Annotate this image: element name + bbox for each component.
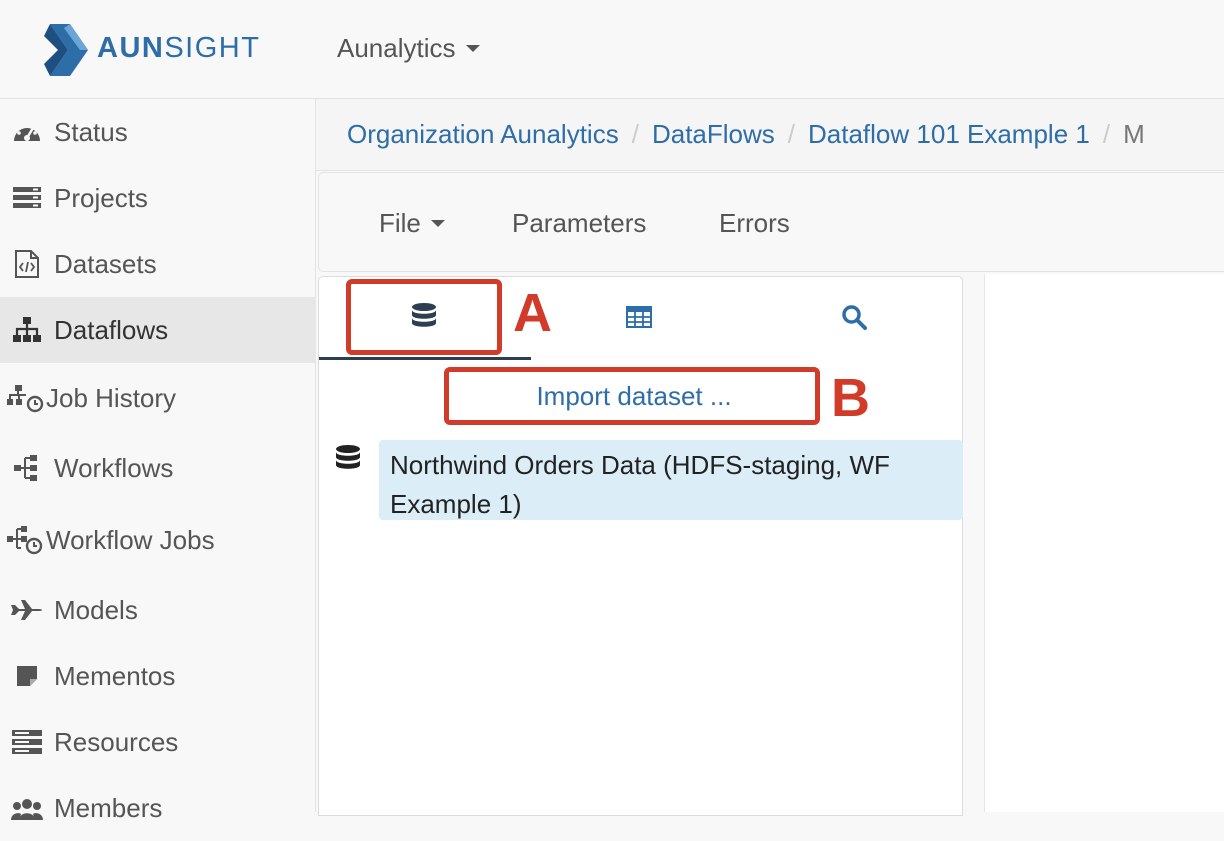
sidebar: Status Projects Datasets Dataflows Job H… <box>0 99 316 823</box>
sidebar-item-label: Projects <box>54 182 148 213</box>
file-code-icon <box>0 250 54 278</box>
breadcrumb-current: M <box>1123 119 1145 149</box>
sidebar-item-mementos[interactable]: Mementos <box>0 643 316 709</box>
dataset-panel: Import dataset ... Northwind Orders Data… <box>318 276 963 816</box>
organization-dropdown-label: Aunalytics <box>337 33 456 63</box>
sidebar-item-label: Workflows <box>54 452 174 483</box>
active-tab-indicator <box>319 357 531 360</box>
users-icon <box>0 796 54 820</box>
sidebar-item-models[interactable]: Models <box>0 577 316 643</box>
sidebar-item-label: Workflow Jobs <box>46 524 215 555</box>
sidebar-item-projects[interactable]: Projects <box>0 165 316 231</box>
tab-search[interactable] <box>804 277 904 361</box>
annotation-box-b <box>444 367 820 425</box>
plane-icon <box>0 599 54 621</box>
parameters-button[interactable]: Parameters <box>512 208 646 239</box>
breadcrumb-separator: / <box>1102 119 1111 149</box>
annotation-box-a <box>346 279 502 355</box>
annotation-label-b: B <box>831 368 870 428</box>
workflow-icon <box>0 453 54 483</box>
projects-icon <box>0 187 54 209</box>
parameters-label: Parameters <box>512 208 647 238</box>
breadcrumb-separator: / <box>631 119 639 149</box>
sidebar-item-label: Models <box>54 594 138 625</box>
dataset-name-line: Example 1) <box>390 489 522 519</box>
sidebar-item-label: Datasets <box>54 248 157 279</box>
file-menu[interactable]: File <box>379 208 445 239</box>
server-icon <box>0 730 54 754</box>
dataflow-toolbar: File Parameters Errors <box>318 172 1224 272</box>
sidebar-item-datasets[interactable]: Datasets <box>0 231 316 297</box>
sidebar-item-status[interactable]: Status <box>0 99 316 165</box>
errors-label: Errors <box>719 208 790 238</box>
sitemap-icon <box>0 317 54 343</box>
sidebar-item-resources[interactable]: Resources <box>0 709 316 775</box>
top-navbar: AUNSIGHT Aunalytics <box>0 0 1224 99</box>
breadcrumb-dataflows[interactable]: DataFlows <box>652 119 775 150</box>
annotation-label-a: A <box>513 283 552 343</box>
sidebar-item-label: Status <box>54 116 128 147</box>
table-icon <box>626 305 652 333</box>
job-history-icon <box>0 383 50 413</box>
sticky-note-icon <box>0 664 54 688</box>
dashboard-icon <box>0 119 54 145</box>
workflow-jobs-icon <box>0 524 50 556</box>
organization-dropdown[interactable]: Aunalytics <box>337 33 480 64</box>
sidebar-item-label: Job History <box>46 382 177 413</box>
sidebar-item-label: Mementos <box>54 660 176 691</box>
sidebar-item-label: Resources <box>54 726 179 757</box>
breadcrumb-dataflow[interactable]: Dataflow 101 Example 1 <box>808 119 1090 150</box>
sidebar-item-workflows[interactable]: Workflows <box>0 435 316 501</box>
sidebar-item-workflow-jobs[interactable]: Workflow Jobs <box>0 507 316 573</box>
sidebar-item-members[interactable]: Members <box>0 775 316 841</box>
breadcrumb-separator: / <box>787 119 796 149</box>
search-icon <box>841 304 867 335</box>
caret-down-icon <box>465 45 480 52</box>
breadcrumb: Organization Aunalytics / DataFlows / Da… <box>316 99 1224 171</box>
dataset-name-line: Northwind Orders Data (HDFS-staging, WF <box>390 450 890 480</box>
breadcrumb-organization[interactable]: Organization Aunalytics <box>347 119 619 150</box>
dataset-list-item[interactable]: Northwind Orders Data (HDFS-staging, WF … <box>379 440 963 520</box>
brand-name[interactable]: AUNSIGHT <box>97 32 260 65</box>
aunsight-logo-icon[interactable] <box>44 24 90 76</box>
sidebar-item-label: Dataflows <box>54 314 169 345</box>
tab-tables[interactable] <box>589 277 689 361</box>
caret-down-icon <box>430 220 445 227</box>
file-menu-label: File <box>379 208 421 238</box>
sidebar-item-job-history[interactable]: Job History <box>0 365 316 431</box>
dataflow-canvas[interactable] <box>984 274 1224 812</box>
sidebar-item-label: Members <box>54 792 163 823</box>
database-icon <box>335 445 361 478</box>
sidebar-item-dataflows[interactable]: Dataflows <box>0 297 316 363</box>
errors-button[interactable]: Errors <box>719 208 790 239</box>
